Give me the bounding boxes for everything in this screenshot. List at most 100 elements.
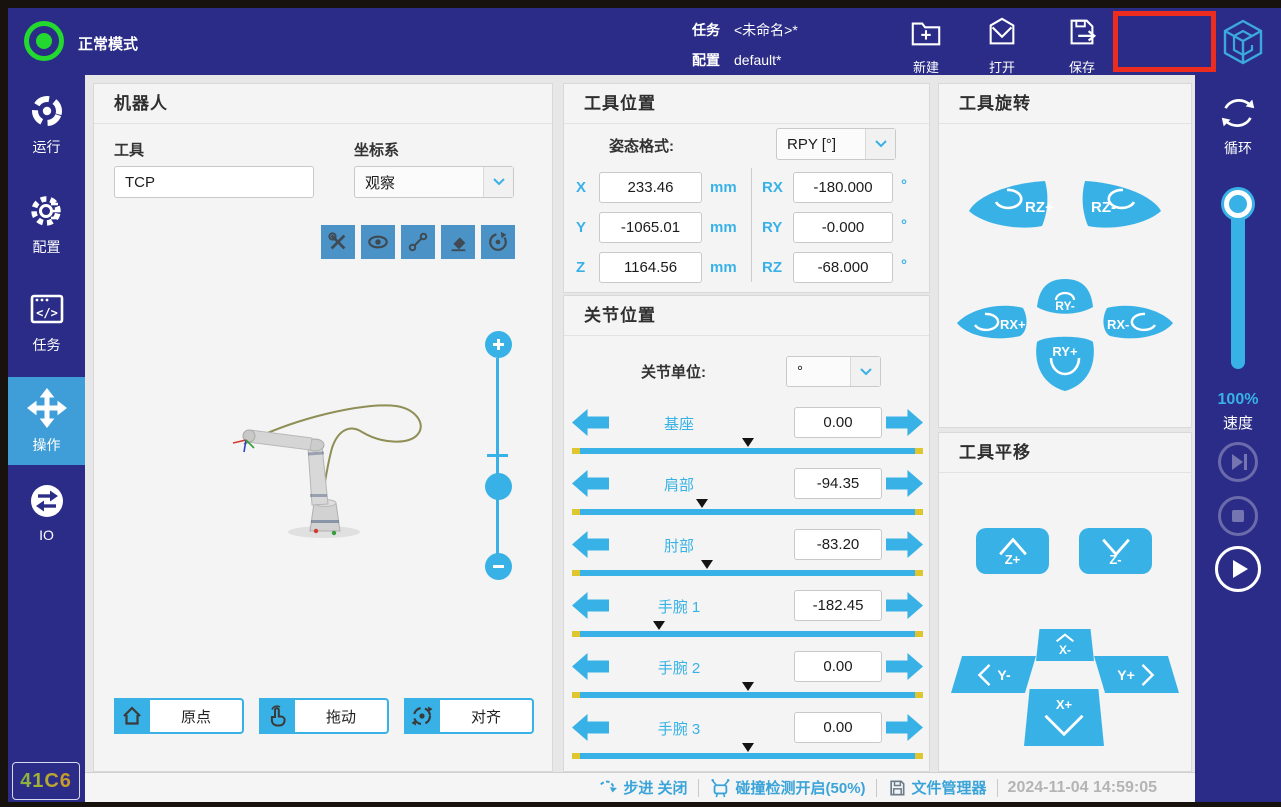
joint-slider-track[interactable]: [572, 631, 923, 637]
column-divider: [751, 168, 752, 282]
joint-decrease-button[interactable]: [572, 409, 609, 436]
rz-minus-button[interactable]: RZ-: [1083, 181, 1161, 228]
view-erase-button[interactable]: [441, 225, 475, 259]
y-plus-button[interactable]: Y+: [1094, 656, 1179, 693]
tool-axis-z: [244, 440, 246, 452]
joint-unit-select[interactable]: °: [786, 356, 881, 387]
pose-format-select[interactable]: RPY [°]: [776, 128, 896, 160]
joint-slider-marker[interactable]: [742, 438, 754, 453]
datetime-display: 2024-11-04 14:59:05: [1008, 779, 1157, 797]
joint-decrease-button[interactable]: [572, 531, 609, 558]
settings-icon: [27, 191, 67, 231]
joint-decrease-button[interactable]: [572, 714, 609, 741]
speed-slider-handle[interactable]: [1224, 190, 1252, 218]
joint-increase-button[interactable]: [886, 653, 923, 680]
view-zoom-slider-handle[interactable]: [485, 473, 512, 500]
joint-decrease-button[interactable]: [572, 653, 609, 680]
rx-plus-button[interactable]: RX+: [957, 306, 1027, 339]
tools-icon: [327, 231, 349, 253]
move-arrows-icon: [26, 387, 68, 429]
joint-row: 手腕 2: [564, 651, 929, 703]
joint-slider-track[interactable]: [572, 448, 923, 454]
align-button[interactable]: 对齐: [404, 698, 534, 734]
new-task-icon: [908, 16, 944, 50]
step-mode-status[interactable]: 步进 关闭: [598, 777, 687, 798]
joint-slider-marker[interactable]: [742, 682, 754, 697]
joint-increase-button[interactable]: [886, 531, 923, 558]
tool-rotation-title: 工具旋转: [939, 84, 1191, 124]
mode-status-indicator: [24, 21, 64, 61]
view-zoom-slider-tick: [487, 454, 508, 457]
play-icon: [1218, 549, 1258, 589]
new-task-button[interactable]: 新建: [890, 16, 962, 76]
coord-x-input[interactable]: [599, 172, 702, 203]
coord-rx-input[interactable]: [793, 172, 893, 203]
joint-increase-button[interactable]: [886, 409, 923, 436]
step-arrow-icon: [598, 779, 618, 797]
joint-value-input[interactable]: [794, 712, 882, 743]
collision-robot-icon: [709, 778, 731, 798]
view-reset-button[interactable]: [481, 225, 515, 259]
joint-value-input[interactable]: [794, 651, 882, 682]
rz-plus-button[interactable]: RZ+: [969, 181, 1054, 228]
joint-slider-track[interactable]: [572, 509, 923, 515]
sidebar-item-io[interactable]: IO: [8, 477, 85, 543]
joint-slider-marker[interactable]: [742, 743, 754, 758]
zoom-out-button[interactable]: [485, 553, 512, 580]
rx-minus-button[interactable]: RX-: [1103, 306, 1173, 339]
joint-value-input[interactable]: [794, 529, 882, 560]
speed-slider-track[interactable]: [1231, 197, 1245, 369]
joint-row: 手腕 1: [564, 590, 929, 642]
z-plus-button[interactable]: Z+: [976, 528, 1049, 574]
svg-text:RZ-: RZ-: [1091, 199, 1116, 216]
joint-value-input[interactable]: [794, 468, 882, 499]
play-button[interactable]: [1215, 546, 1261, 592]
sidebar-item-operate[interactable]: 操作: [8, 377, 85, 465]
joint-value-input[interactable]: [794, 590, 882, 621]
y-minus-button[interactable]: Y-: [951, 656, 1036, 693]
joint-slider-marker[interactable]: [653, 621, 665, 636]
view-visibility-button[interactable]: [361, 225, 395, 259]
tool-name-input[interactable]: [114, 166, 314, 198]
joint-slider-track[interactable]: [572, 692, 923, 698]
ry-plus-button[interactable]: RY+: [1036, 337, 1094, 391]
joint-increase-button[interactable]: [886, 470, 923, 497]
sidebar-item-task[interactable]: </> 任务: [8, 287, 85, 355]
tool-rotation-pad: RZ+ RZ- RY- RX+ RX-: [939, 124, 1191, 427]
drag-button[interactable]: 拖动: [259, 698, 389, 734]
home-button[interactable]: 原点: [114, 698, 244, 734]
sidebar-item-run[interactable]: 运行: [8, 87, 85, 157]
view-tools-button[interactable]: [321, 225, 355, 259]
step-next-button[interactable]: [1218, 442, 1258, 482]
save-button[interactable]: 保存: [1046, 16, 1118, 76]
coord-y-input[interactable]: [599, 212, 702, 243]
frame-select[interactable]: 观察: [354, 166, 514, 198]
joint-slider-track[interactable]: [572, 570, 923, 576]
joint-increase-button[interactable]: [886, 714, 923, 741]
ry-minus-button[interactable]: RY-: [1037, 279, 1093, 314]
x-minus-button[interactable]: X-: [1036, 629, 1094, 661]
zoom-in-button[interactable]: [485, 331, 512, 358]
joint-decrease-button[interactable]: [572, 592, 609, 619]
sidebar-item-config[interactable]: 配置: [8, 187, 85, 257]
joint-slider-track[interactable]: [572, 753, 923, 759]
coord-rz-input[interactable]: [793, 252, 893, 283]
open-button[interactable]: 打开: [966, 16, 1038, 76]
joint-decrease-button[interactable]: [572, 470, 609, 497]
x-plus-button[interactable]: X+: [1024, 689, 1104, 746]
collision-detection-status[interactable]: 碰撞检测开启(50%): [709, 777, 866, 798]
stop-button[interactable]: [1218, 496, 1258, 536]
file-manager-button[interactable]: 文件管理器: [887, 777, 987, 798]
robot-3d-view[interactable]: [224, 404, 504, 544]
joint-row: 基座: [564, 407, 929, 459]
z-minus-button[interactable]: Z-: [1079, 528, 1152, 574]
loop-mode-button[interactable]: 循环: [1195, 93, 1281, 158]
joint-value-input[interactable]: [794, 407, 882, 438]
joint-slider-marker[interactable]: [701, 560, 713, 575]
joint-increase-button[interactable]: [886, 592, 923, 619]
coord-ry-input[interactable]: [793, 212, 893, 243]
view-zoom-slider-track[interactable]: [496, 358, 499, 561]
joint-slider-marker[interactable]: [696, 499, 708, 514]
view-trajectory-button[interactable]: [401, 225, 435, 259]
coord-z-input[interactable]: [599, 252, 702, 283]
